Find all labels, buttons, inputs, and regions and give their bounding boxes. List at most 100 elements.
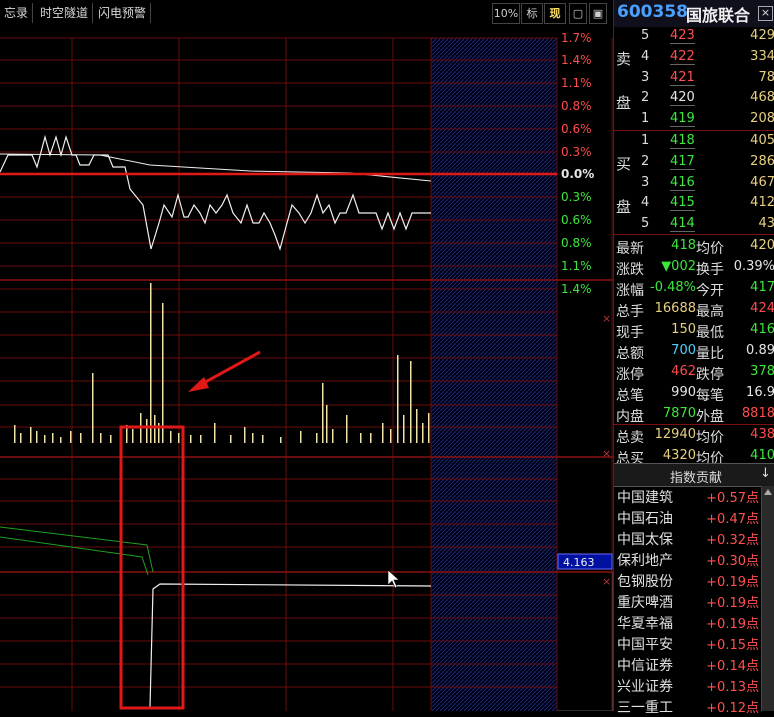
volume-bar	[146, 419, 148, 443]
sell-volume: 334	[750, 48, 774, 64]
contribution-item[interactable]: 重庆啤酒 +0.19点	[614, 591, 774, 612]
intraday-chart[interactable]: 1.7% 1.4% 1.1% 0.8% 0.6% 0.3% 0.0% 0.3% 0.6% 0.8%…	[0, 27, 614, 711]
contribution-item[interactable]: 兴业证券 +0.13点	[614, 675, 774, 696]
buy-row[interactable]: 5 414 43	[614, 214, 774, 235]
toggle-icon[interactable]: ▣	[589, 3, 607, 24]
sell-price: 421	[670, 69, 695, 86]
quote-label: 外盘	[696, 409, 724, 425]
indicator-side-box	[556, 571, 614, 711]
contribution-stock-name: 兴业证券	[617, 679, 673, 695]
quote-label: 最高	[696, 304, 724, 320]
contribution-item[interactable]: 中国平安 +0.15点	[614, 633, 774, 654]
quote-label: 今开	[696, 283, 724, 299]
buy-price: 416	[670, 174, 695, 191]
panel-close-icon[interactable]: ×	[602, 575, 611, 588]
now-button[interactable]: 现	[544, 3, 566, 24]
contribution-stock-name: 包钢股份	[617, 574, 673, 590]
window-icon[interactable]: ▢	[569, 3, 587, 24]
quote-label: 涨跌	[616, 262, 644, 278]
buy-row[interactable]: 4 415 412	[614, 193, 774, 214]
pct-axis-label: 0.6%	[561, 122, 592, 136]
volume-bar	[332, 429, 334, 443]
volume-bar	[60, 437, 62, 443]
buy-price: 415	[670, 195, 695, 212]
buy-level: 2	[641, 153, 650, 169]
contribution-points: +0.47点	[706, 512, 759, 527]
zoom-button[interactable]: 10%	[492, 3, 520, 24]
mark-button[interactable]: 标	[521, 3, 543, 24]
contribution-item[interactable]: 保利地产 +0.30点	[614, 549, 774, 570]
sell-row[interactable]: 1 419 208	[614, 109, 774, 130]
volume-bar	[428, 413, 430, 443]
sell-row[interactable]: 2 420 468	[614, 88, 774, 109]
contribution-item[interactable]: 中国石油 +0.47点	[614, 507, 774, 528]
memo-button[interactable]: 忘录	[0, 3, 34, 23]
sell-level: 3	[641, 69, 650, 85]
buy-row[interactable]: 2 417 286	[614, 152, 774, 173]
time-tunnel-button[interactable]: 时空隧道	[36, 3, 94, 23]
quote-label: 量比	[696, 346, 724, 362]
volume-bar	[178, 433, 180, 443]
volume-bar	[382, 423, 384, 443]
volume-bar	[230, 435, 232, 443]
quote-value: 378	[750, 364, 774, 379]
buy-level: 3	[641, 174, 650, 190]
volume-bar	[190, 435, 192, 443]
volume-bar	[92, 373, 94, 443]
sell-row[interactable]: 5 423 429	[614, 26, 774, 47]
quote-row: 最新 418 均价 420	[614, 236, 774, 257]
buy-level: 4	[641, 195, 650, 211]
volume-bar	[20, 433, 22, 443]
buy-row[interactable]: 1 418 405	[614, 131, 774, 152]
contribution-points: +0.57点	[706, 491, 759, 506]
contribution-item[interactable]: 中信证券 +0.14点	[614, 654, 774, 675]
stock-title-bar: 600358 国旅联合 ×	[614, 0, 774, 27]
contribution-stock-name: 保利地产	[617, 553, 673, 569]
volume-bar	[44, 435, 46, 443]
quote-value: 416	[750, 322, 774, 337]
buy-row[interactable]: 3 416 467	[614, 173, 774, 194]
index-contribution-header[interactable]: 指数贡献 ↓	[614, 463, 774, 487]
volume-bar	[262, 435, 264, 443]
toolbar: 忘录 时空隧道 闪电预警 10% 标 现 ▢ ▣	[0, 0, 614, 28]
contribution-item[interactable]: 中国太保 +0.32点	[614, 528, 774, 549]
sell-row[interactable]: 4 422 334	[614, 47, 774, 68]
contribution-stock-name: 中国建筑	[617, 490, 673, 506]
quote-value: 16688	[654, 301, 696, 316]
quote-label: 最新	[616, 241, 644, 257]
quote-value: ▼002	[661, 259, 696, 274]
volume-bar	[200, 435, 202, 443]
contribution-item[interactable]: 华夏幸福 +0.19点	[614, 612, 774, 633]
quote-value: 4320	[662, 448, 696, 463]
contribution-points: +0.12点	[706, 701, 759, 716]
flash-alert-button[interactable]: 闪电预警	[94, 3, 152, 23]
quote-row: 涨停 462 跌停 378	[614, 362, 774, 383]
volume-bar	[280, 437, 282, 443]
quote-label: 总卖	[616, 430, 644, 446]
contribution-item[interactable]: 三一重工 +0.12点	[614, 696, 774, 717]
contribution-item[interactable]: 中国建筑 +0.57点	[614, 486, 774, 507]
quote-label: 跌停	[696, 367, 724, 383]
pct-axis-label: 0.3%	[561, 190, 592, 204]
volume-bar	[214, 423, 216, 443]
index-contribution-title: 指数贡献	[670, 471, 723, 486]
quote-label: 涨幅	[616, 283, 644, 299]
contribution-stock-name: 三一重工	[617, 700, 673, 716]
contribution-points: +0.30点	[706, 554, 759, 569]
contribution-stock-name: 中国平安	[617, 637, 673, 653]
volume-bar	[100, 433, 102, 443]
close-icon[interactable]: ×	[758, 6, 773, 21]
quote-row: 总笔 990 每笔 16.9	[614, 383, 774, 404]
panel-close-icon[interactable]: ×	[602, 447, 611, 460]
sell-row[interactable]: 3 421 78	[614, 68, 774, 89]
buy-volume: 405	[750, 133, 774, 148]
volume-bar	[316, 433, 318, 443]
quote-value: 410	[750, 448, 774, 463]
quote-label: 总笔	[616, 388, 644, 404]
contribution-stock-name: 中信证券	[617, 658, 673, 674]
sort-down-icon[interactable]: ↓	[760, 466, 771, 481]
quote-value: 7870	[662, 406, 696, 421]
volume-bar	[110, 435, 112, 443]
contribution-item[interactable]: 包钢股份 +0.19点	[614, 570, 774, 591]
panel-close-icon[interactable]: ×	[602, 312, 611, 325]
